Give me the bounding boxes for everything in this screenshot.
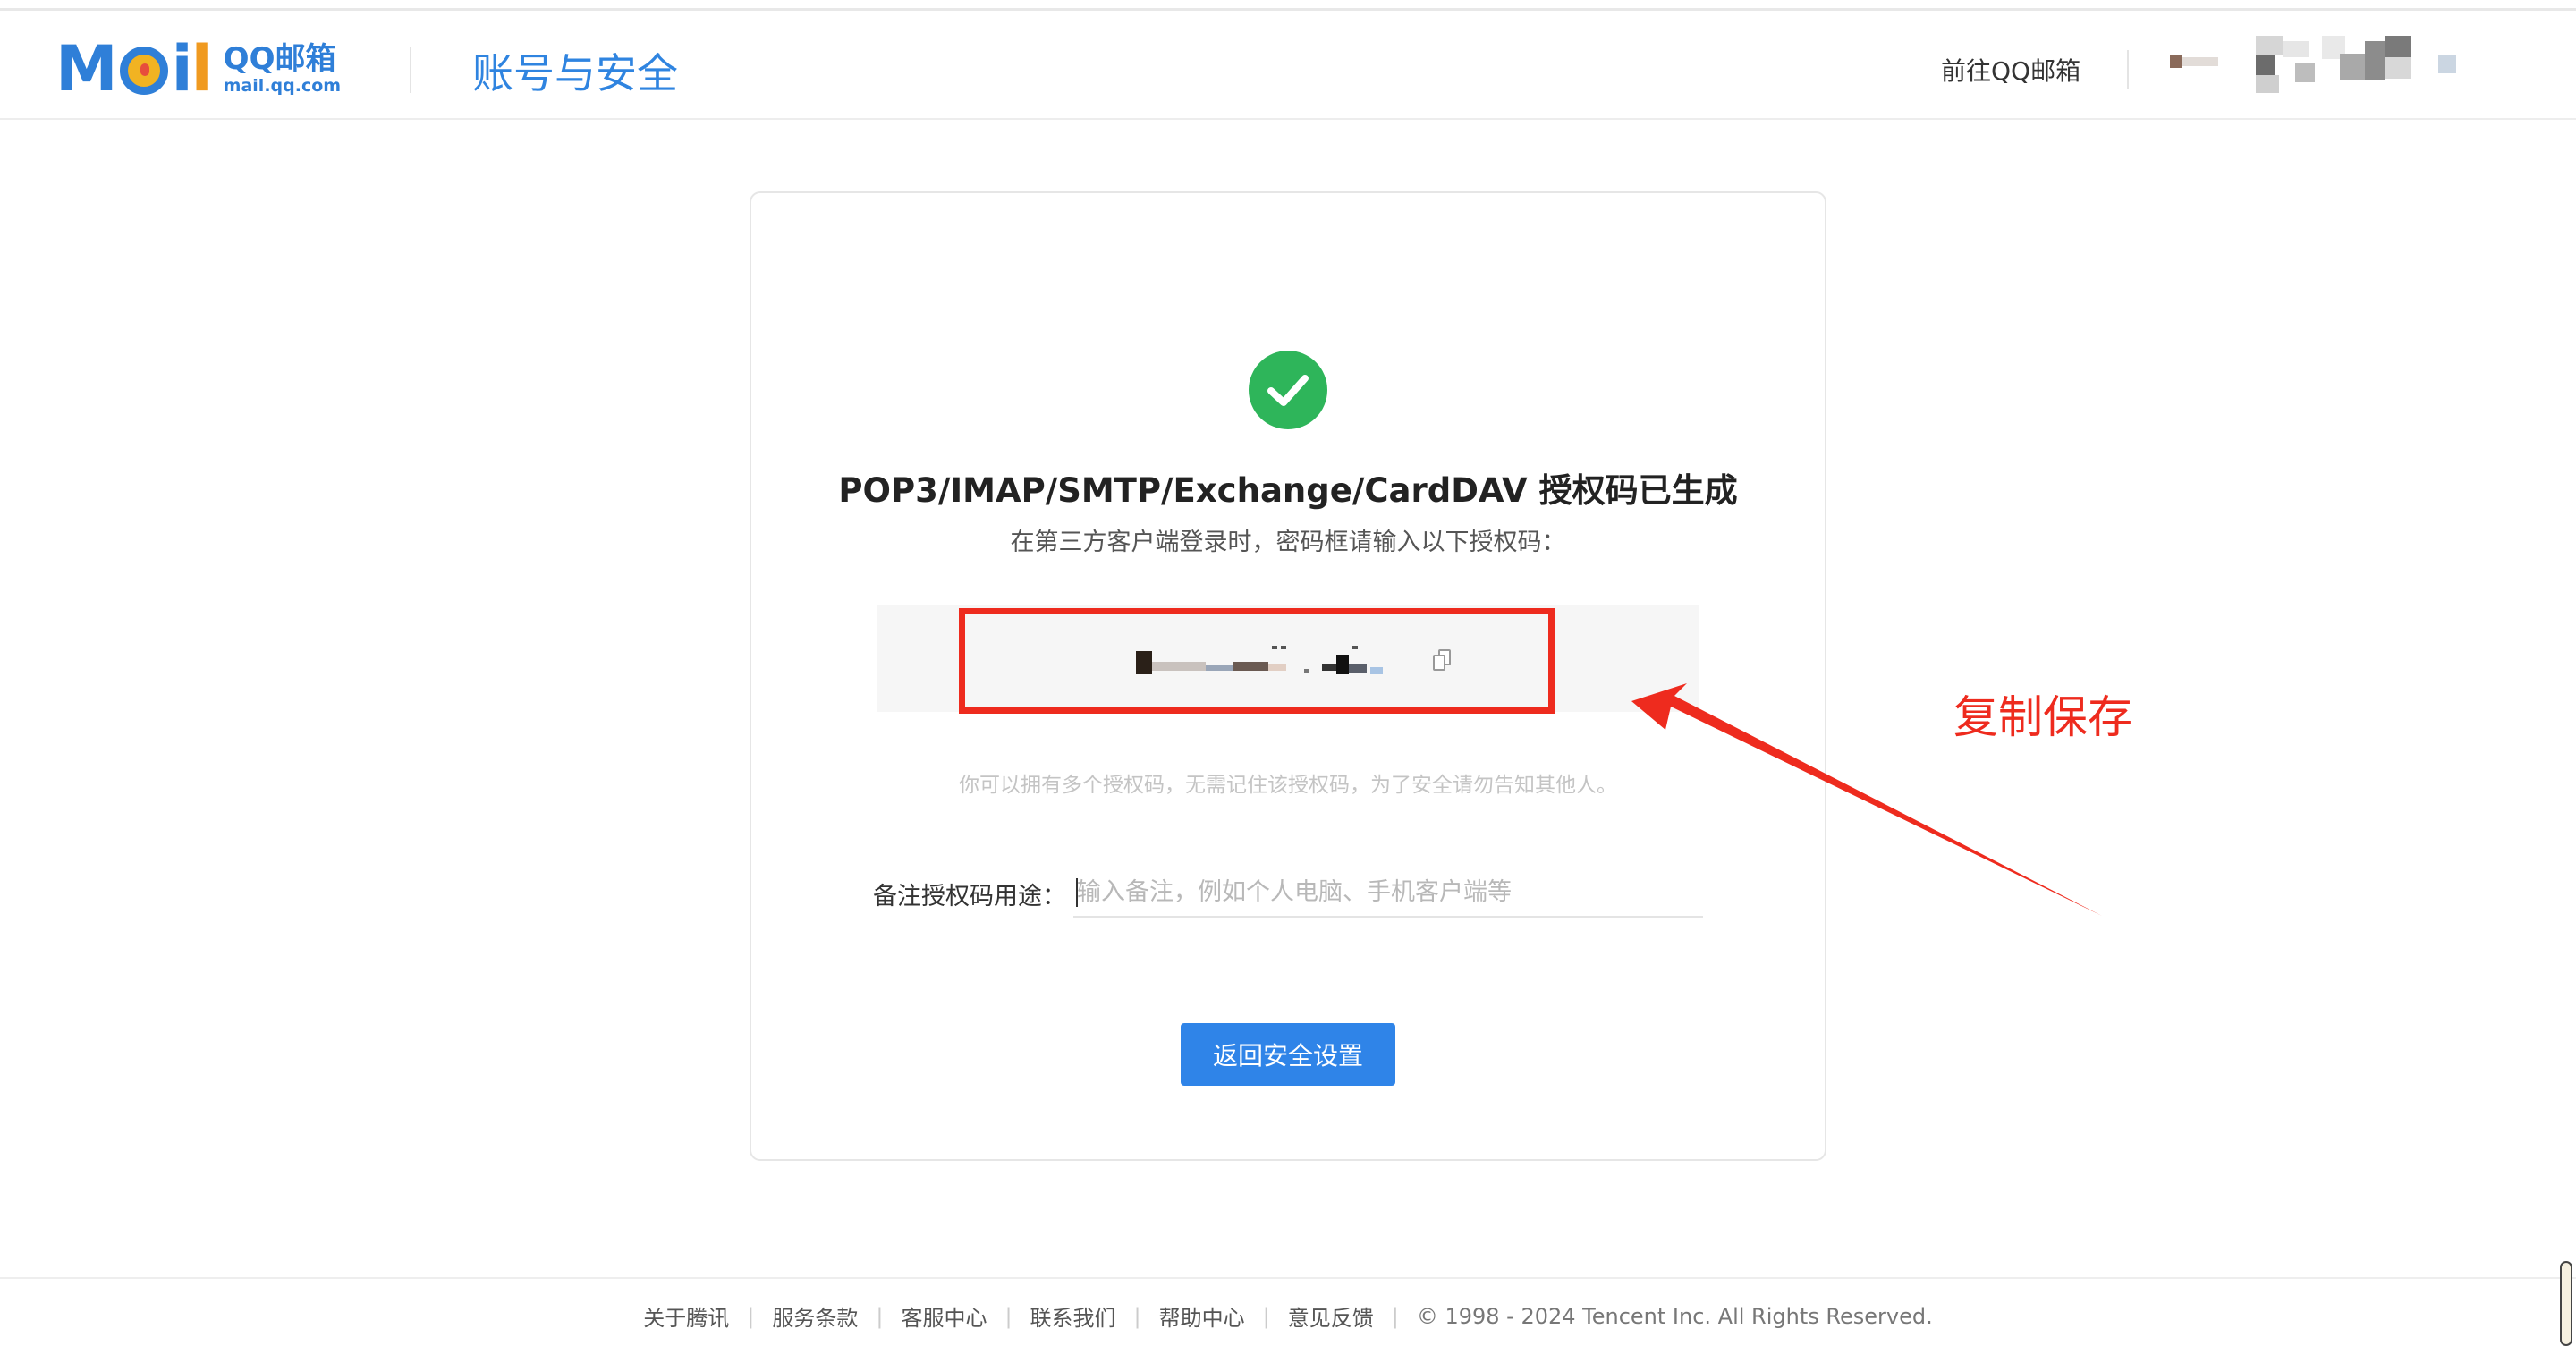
header-bar: M i l QQ邮箱 mail.qq.com 账号与安全 前往QQ邮箱 (0, 11, 2576, 120)
annotation-highlight-box (959, 608, 1555, 714)
footer-separator: | (1262, 1303, 1270, 1329)
footer-link-terms[interactable]: 服务条款 (772, 1300, 858, 1332)
footer-link-about[interactable]: 关于腾讯 (643, 1300, 729, 1332)
scrollbar-thumb[interactable] (2560, 1261, 2572, 1346)
logo-domain: mail.qq.com (223, 75, 342, 96)
footer-link-contact[interactable]: 联系我们 (1030, 1300, 1116, 1332)
footer-divider (0, 1277, 2576, 1279)
logo-wordmark: M i l (55, 32, 213, 106)
result-title: POP3/IMAP/SMTP/Exchange/CardDAV 授权码已生成 (838, 471, 1738, 510)
footer-link-service[interactable]: 客服中心 (901, 1300, 987, 1332)
account-info-redacted[interactable] (2170, 36, 2474, 100)
footer-separator: | (876, 1303, 884, 1329)
header-divider-right (2127, 50, 2129, 89)
logo-bell-icon (119, 47, 168, 95)
footer-separator: | (747, 1303, 755, 1329)
note-input[interactable] (1073, 868, 1703, 918)
logo-letter-l: l (191, 32, 213, 106)
logo-letter-i: i (171, 32, 193, 106)
footer-link-help[interactable]: 帮助中心 (1159, 1300, 1245, 1332)
security-hint: 你可以拥有多个授权码，无需记住该授权码，为了安全请勿告知其他人。 (959, 774, 1617, 797)
header-divider (410, 47, 411, 93)
footer-copyright: © 1998 - 2024 Tencent Inc. All Rights Re… (1416, 1303, 1933, 1329)
logo-letter-m: M (55, 32, 118, 106)
footer-separator: | (1133, 1303, 1141, 1329)
annotation-label: 复制保存 (1953, 691, 2132, 743)
result-subtitle: 在第三方客户端登录时，密码框请输入以下授权码： (1010, 529, 1566, 556)
qq-mail-logo[interactable]: M i l QQ邮箱 mail.qq.com (55, 38, 341, 100)
text-caret (1076, 878, 1078, 907)
back-to-security-settings-button[interactable]: 返回安全设置 (1181, 1023, 1395, 1086)
goto-qq-mail-link[interactable]: 前往QQ邮箱 (1941, 52, 2080, 88)
page-title: 账号与安全 (472, 49, 678, 97)
footer: 关于腾讯 | 服务条款 | 客服中心 | 联系我们 | 帮助中心 | 意见反馈 … (0, 1300, 2576, 1332)
success-check-icon (1249, 351, 1327, 429)
top-rule (0, 0, 2576, 11)
note-label: 备注授权码用途： (873, 883, 1066, 910)
logo-product-name: QQ邮箱 (223, 40, 336, 77)
footer-link-feedback[interactable]: 意见反馈 (1288, 1300, 1374, 1332)
footer-separator: | (1004, 1303, 1013, 1329)
footer-separator: | (1391, 1303, 1399, 1329)
logo-subtitle: QQ邮箱 mail.qq.com (224, 44, 341, 95)
